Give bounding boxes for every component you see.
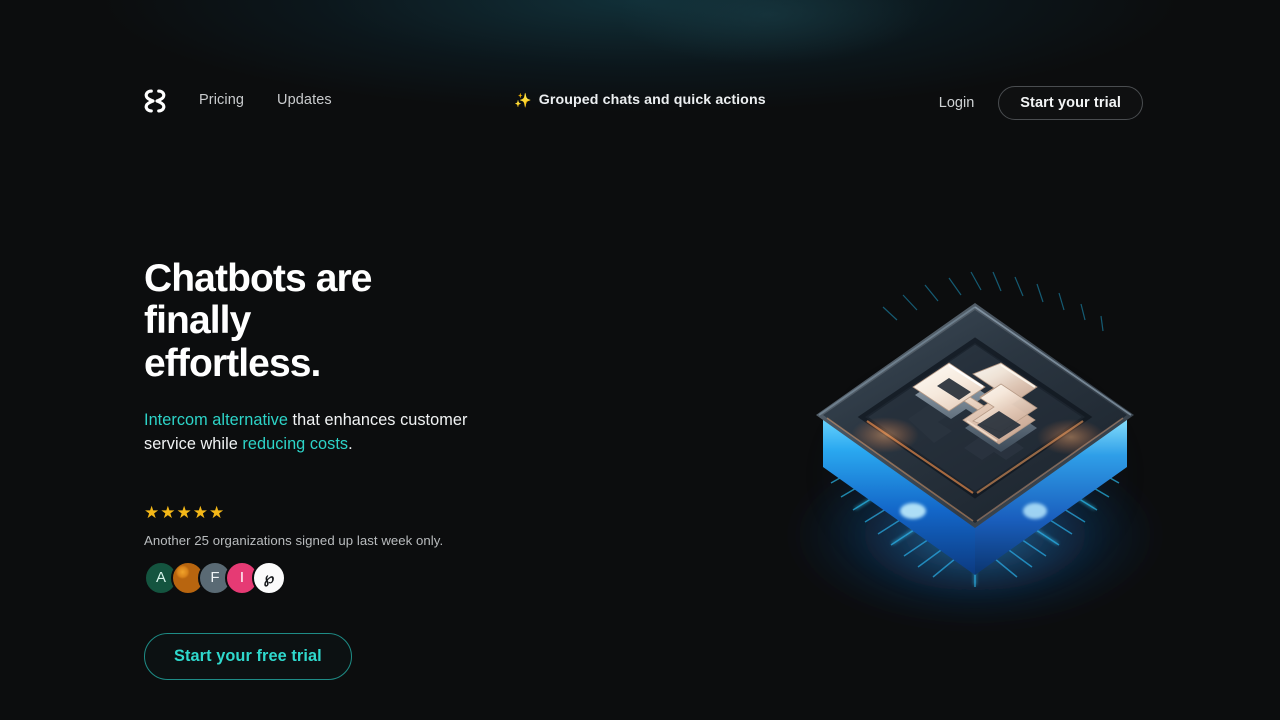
- avatar-initial: I: [239, 569, 245, 587]
- avatar-initial: F: [210, 569, 220, 587]
- headline-line-2: effortless.: [144, 341, 321, 385]
- side-highlight: [1023, 503, 1047, 519]
- star-icon: ★: [176, 502, 192, 522]
- reducing-costs-link[interactable]: reducing costs: [242, 435, 348, 453]
- star-icon: ★: [144, 502, 160, 522]
- avatar[interactable]: ℘: [252, 560, 286, 595]
- start-your-trial-button[interactable]: Start your trial: [998, 86, 1143, 120]
- star-rating: ★ ★ ★ ★ ★: [144, 504, 664, 521]
- hero-subheading: Intercom alternative that enhances custo…: [144, 408, 494, 457]
- avatar-initial: A: [155, 569, 166, 587]
- avatar-initial: ℘: [263, 569, 275, 587]
- signup-count-note: Another 25 organizations signed up last …: [144, 532, 444, 548]
- site-header: Pricing Updates ✨ Grouped chats and quic…: [0, 0, 1280, 150]
- intercom-alternative-link[interactable]: Intercom alternative: [144, 411, 288, 429]
- landing-page: Pricing Updates ✨ Grouped chats and quic…: [0, 0, 1280, 720]
- login-link[interactable]: Login: [939, 95, 974, 111]
- avatar-group: A F I ℘: [144, 560, 664, 595]
- hero-content: Chatbots are finally effortless. Interco…: [144, 257, 664, 680]
- star-icon: ★: [209, 502, 225, 522]
- page-title: Chatbots are finally effortless.: [144, 257, 484, 385]
- star-icon: ★: [192, 502, 208, 522]
- star-icon: ★: [160, 502, 176, 522]
- isometric-chip-illustration: [785, 271, 1165, 630]
- side-highlight: [900, 503, 926, 519]
- start-free-trial-button[interactable]: Start your free trial: [144, 632, 352, 680]
- subhead-period: .: [348, 435, 353, 454]
- header-actions: Login Start your trial: [939, 86, 1143, 120]
- headline-line-1: Chatbots are finally: [144, 257, 372, 343]
- hero-graphic: [735, 215, 1215, 665]
- announcement-banner-text: Grouped chats and quick actions: [538, 92, 766, 108]
- sparkles-icon: ✨: [514, 92, 532, 108]
